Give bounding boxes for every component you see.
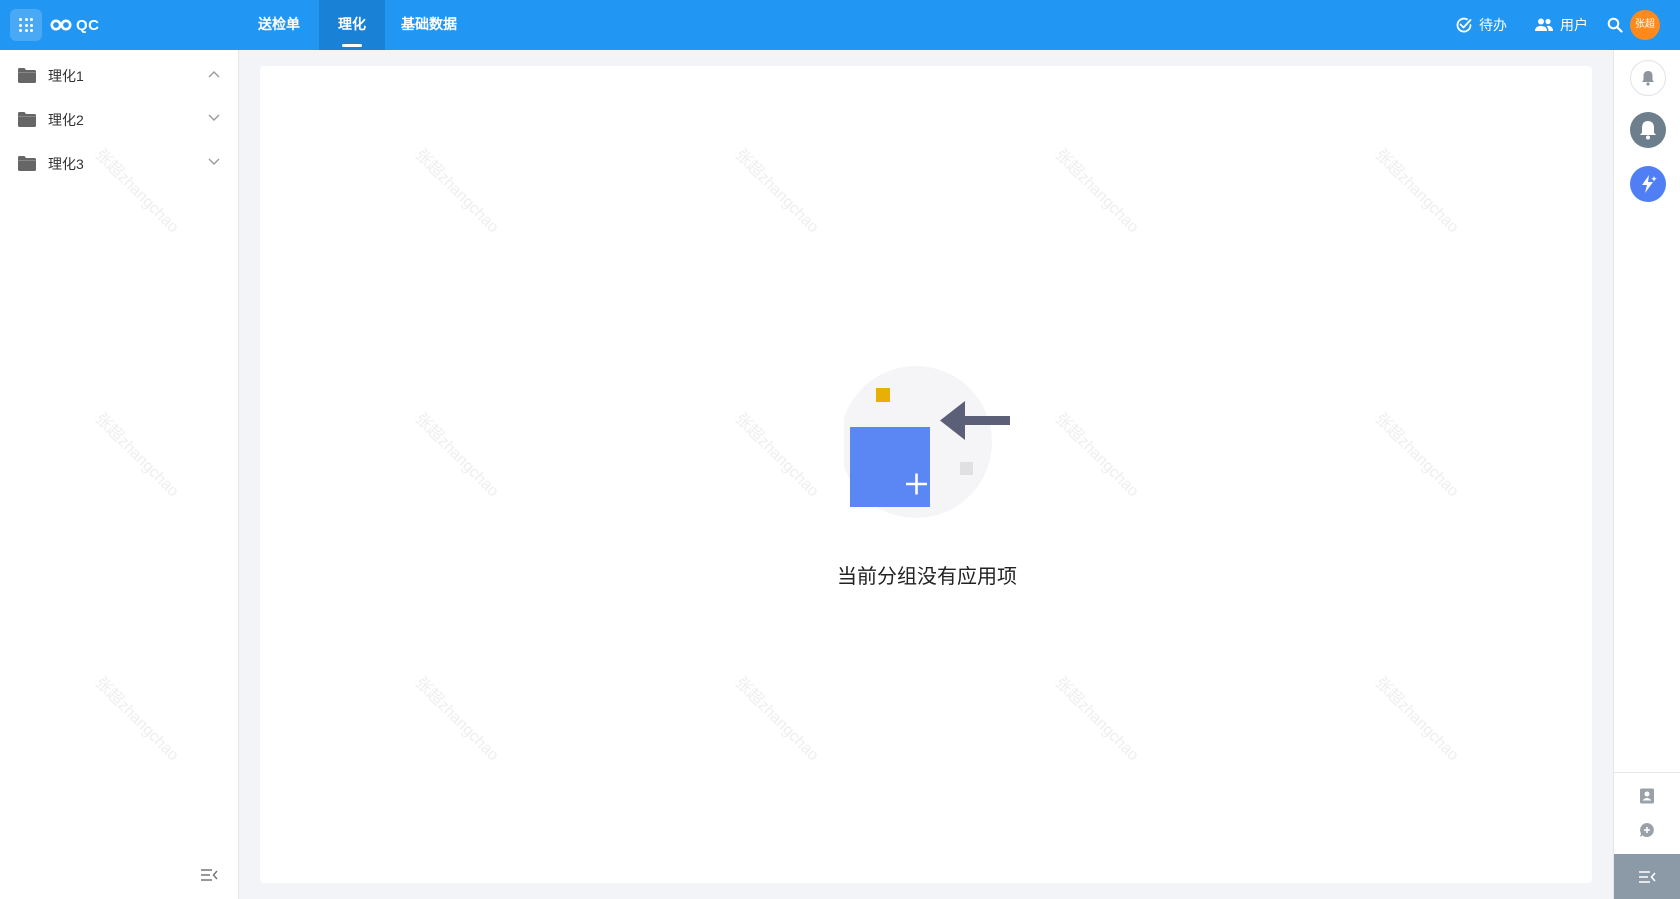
lightning-sparkle-icon (1642, 175, 1657, 193)
rail-divider (1614, 772, 1680, 773)
collapse-sidebar-icon[interactable] (200, 868, 218, 882)
check-circle-icon (1456, 17, 1472, 33)
contact-card-icon[interactable] (1639, 788, 1655, 804)
tab-jichushuju[interactable]: 基础数据 (395, 0, 463, 50)
add-comment-icon[interactable] (1639, 822, 1655, 838)
app-logo[interactable]: QC (50, 14, 100, 36)
blue-app-tile (850, 427, 930, 507)
app-launcher-button[interactable] (10, 9, 42, 41)
app-name: QC (76, 16, 100, 34)
yellow-square-shape (876, 388, 890, 402)
tab-lihua[interactable]: 理化 (319, 0, 385, 50)
bell-icon (1640, 121, 1656, 140)
sidebar-item-label: 理化1 (48, 68, 84, 84)
user-avatar[interactable]: 张超 (1630, 10, 1660, 40)
logo-icon (50, 19, 72, 31)
search-button[interactable] (1607, 0, 1629, 50)
folder-icon (18, 156, 36, 171)
sidebar-item-lihua1[interactable]: 理化1 (0, 54, 239, 98)
todo-label: 待办 (1479, 17, 1507, 33)
collapse-rail-button[interactable] (1614, 854, 1680, 899)
sidebar-item-label: 理化2 (48, 112, 84, 128)
top-navbar: QC 送检单 理化 基础数据 待办 用户 张超 (0, 0, 1680, 50)
group-sidebar: 理化1 理化2 理化3 (0, 50, 239, 899)
grid-icon (19, 18, 33, 32)
ai-assistant-button[interactable] (1630, 166, 1666, 202)
sidebar-item-lihua3[interactable]: 理化3 (0, 142, 239, 186)
empty-state-message: 当前分组没有应用项 (837, 566, 1017, 588)
users-label: 用户 (1560, 17, 1588, 33)
gray-square-shape (960, 462, 973, 475)
empty-state-illustration (844, 366, 1010, 518)
search-icon (1607, 17, 1623, 33)
sidebar-item-label: 理化3 (48, 156, 84, 172)
users-icon (1535, 18, 1553, 31)
sidebar-item-lihua2[interactable]: 理化2 (0, 98, 239, 142)
chevron-down-icon[interactable] (208, 158, 220, 166)
folder-icon (18, 112, 36, 127)
todo-button[interactable]: 待办 (1455, 0, 1507, 50)
tab-songjiandan[interactable]: 送检单 (245, 0, 313, 50)
notification-button[interactable] (1630, 60, 1666, 96)
chevron-down-icon[interactable] (208, 114, 220, 122)
folder-icon (18, 68, 36, 83)
bell-icon (1642, 71, 1654, 86)
collapse-icon (1639, 870, 1656, 883)
message-center-button[interactable] (1630, 112, 1666, 148)
right-toolbar (1613, 50, 1680, 899)
chevron-up-icon[interactable] (208, 70, 220, 78)
users-button[interactable]: 用户 (1534, 0, 1588, 50)
